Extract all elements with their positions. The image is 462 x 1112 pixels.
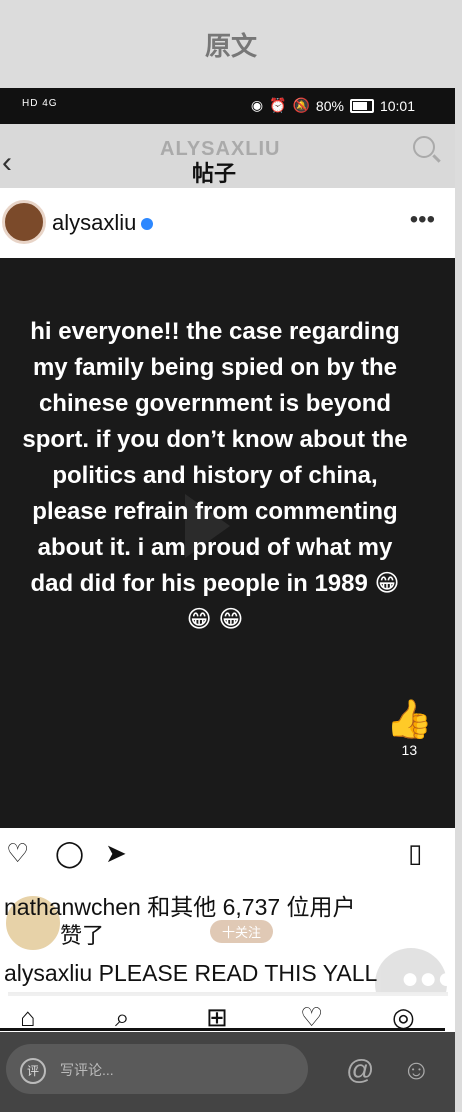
like-stack[interactable]: 👍 13	[386, 698, 433, 760]
share-icon[interactable]: ➤	[105, 838, 127, 869]
top-label: 原文	[0, 0, 462, 88]
comment-input[interactable]: 评 写评论...	[6, 1044, 308, 1094]
status-bar: HD 4G ◉ ⏰ 🔕 80% 10:01	[0, 88, 455, 124]
time: 10:01	[379, 97, 415, 114]
status-left: HD 4G	[22, 98, 58, 109]
comment-icon[interactable]: ◯	[55, 838, 84, 869]
battery-icon	[349, 98, 374, 113]
bell-off-icon: 🔕	[292, 97, 310, 113]
top-label-text: 原文	[204, 30, 257, 61]
post-text: hi everyone!! the case regarding my fami…	[22, 318, 408, 633]
more-icon[interactable]: •••	[410, 206, 435, 234]
verified-icon	[141, 218, 154, 231]
page-title: 帖子	[192, 161, 237, 186]
comment-bar: 评 写评论... @ ☺	[0, 1032, 455, 1112]
thumb-up-icon[interactable]: 👍	[386, 698, 433, 742]
emoji-icon[interactable]: ☺	[402, 1054, 431, 1086]
back-icon[interactable]: ‹	[2, 146, 12, 180]
chat-icon: ●●●	[401, 962, 455, 995]
pen-icon: 评	[20, 1058, 46, 1084]
actions-bar: ♡ ◯ ➤ ▯	[0, 828, 455, 874]
divider	[0, 1028, 445, 1031]
bookmark-icon[interactable]: ▯	[408, 838, 422, 869]
at-icon[interactable]: @	[346, 1054, 374, 1086]
battery-text: 80%	[315, 97, 344, 114]
post-content: hi everyone!! the case regarding my fami…	[0, 258, 455, 1020]
profile-username-text: alysaxliu	[52, 210, 137, 235]
alarm-icon: ⏰	[269, 97, 287, 113]
likes-line: nathanwchen 和其他 6,737 位用户	[4, 894, 356, 920]
heart-icon[interactable]: ♡	[6, 838, 29, 869]
status-right: ◉ ⏰ 🔕 80% 10:01	[251, 97, 415, 114]
profile-header: alysaxliu •••	[0, 188, 455, 258]
caption-user[interactable]: alysaxliu	[4, 960, 92, 986]
caption: alysaxliu PLEASE READ THIS YALL	[4, 960, 377, 987]
screenshot: HD 4G ◉ ⏰ 🔕 80% 10:01 ‹ ALYSAXLIU 帖子 aly…	[0, 88, 455, 1112]
avatar[interactable]	[2, 200, 46, 244]
likes-line-2: 赞了	[60, 923, 105, 948]
search-icon[interactable]	[413, 136, 435, 158]
caption-text: PLEASE READ THIS YALL	[98, 960, 378, 986]
like-count: 13	[401, 742, 418, 758]
follow-button[interactable]: 十关注	[210, 920, 274, 943]
profile-username[interactable]: alysaxliu	[52, 210, 154, 236]
comment-placeholder: 写评论...	[60, 1062, 114, 1078]
eye-icon: ◉	[250, 97, 264, 113]
